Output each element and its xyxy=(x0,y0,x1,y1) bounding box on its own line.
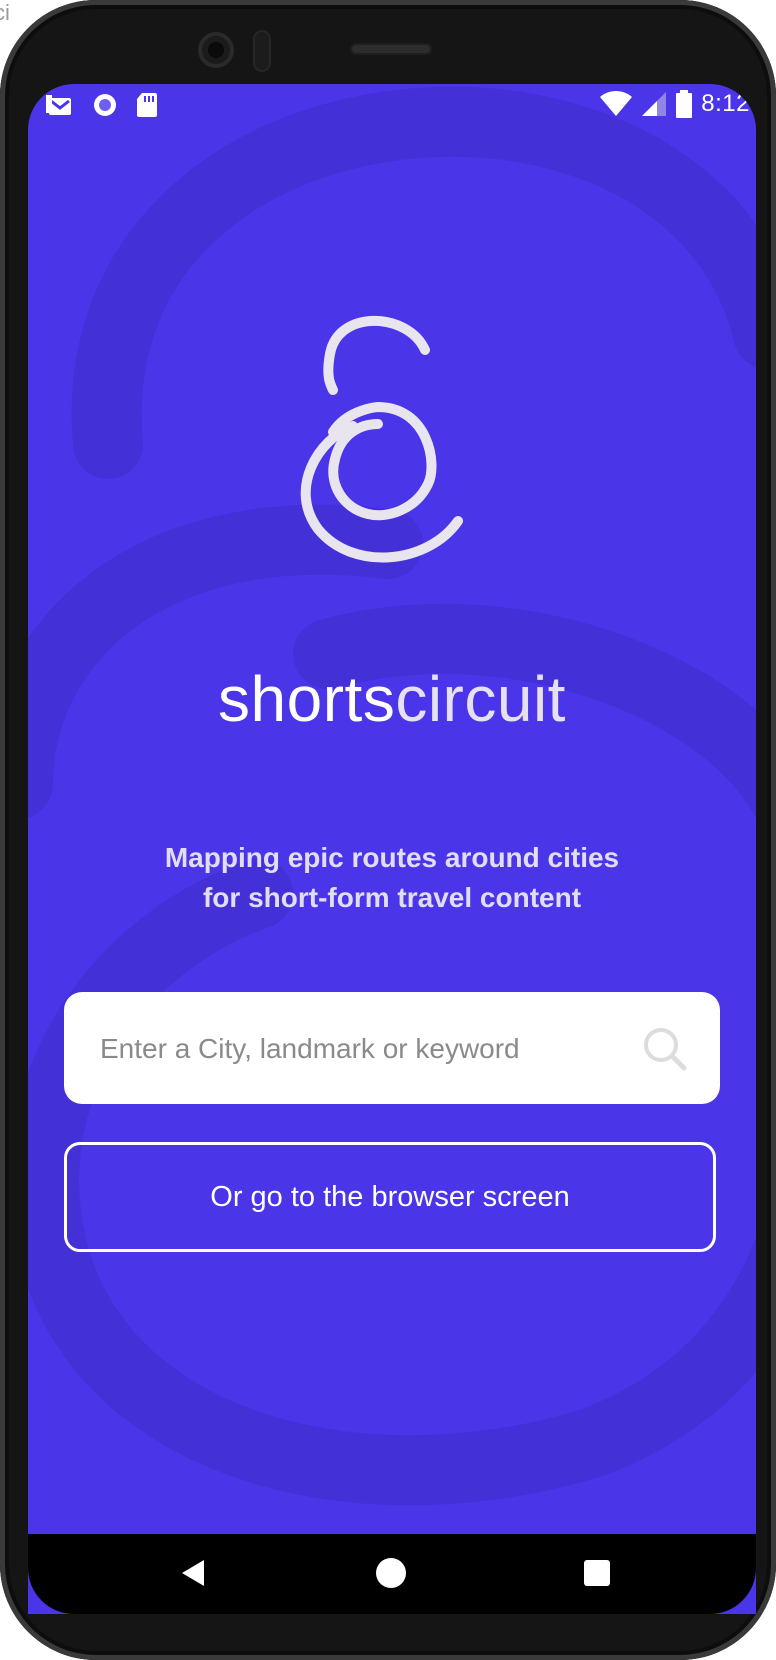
search-icon[interactable] xyxy=(642,1026,688,1072)
home-icon[interactable] xyxy=(376,1558,406,1588)
back-icon[interactable] xyxy=(178,1558,208,1588)
android-nav-bar xyxy=(28,1534,756,1614)
app-screen: 8:12 shortscircuit Mapping epic routes a… xyxy=(28,84,756,1614)
tagline-line-1: Mapping epic routes around cities xyxy=(164,842,620,873)
shortscircuit-logo-icon xyxy=(300,316,463,563)
app-brand-name: shortscircuit xyxy=(28,662,756,736)
phone-frame: ci xyxy=(0,0,776,1660)
status-time: 8:12 xyxy=(701,90,750,117)
bezel-edge-text: ci xyxy=(0,0,10,25)
wifi-icon xyxy=(600,91,633,116)
search-input[interactable] xyxy=(98,1022,622,1076)
brand-part-shorts: shorts xyxy=(218,663,396,735)
status-bar: 8:12 xyxy=(28,84,756,134)
mail-icon xyxy=(46,95,71,115)
battery-icon xyxy=(676,90,693,118)
search-box[interactable] xyxy=(64,992,720,1104)
brand-part-circuit: circuit xyxy=(395,663,566,735)
signal-icon xyxy=(642,92,667,116)
tagline-line-2: for short-form travel content xyxy=(202,882,582,913)
recent-apps-icon[interactable] xyxy=(584,1560,610,1586)
proximity-sensor xyxy=(253,30,271,72)
tagline: Mapping epic routes around cities for sh… xyxy=(128,838,656,918)
earpiece-speaker xyxy=(350,43,432,55)
sd-card-icon xyxy=(137,93,157,117)
browser-screen-button[interactable]: Or go to the browser screen xyxy=(64,1142,716,1252)
record-icon xyxy=(94,94,116,116)
front-camera xyxy=(198,32,234,68)
